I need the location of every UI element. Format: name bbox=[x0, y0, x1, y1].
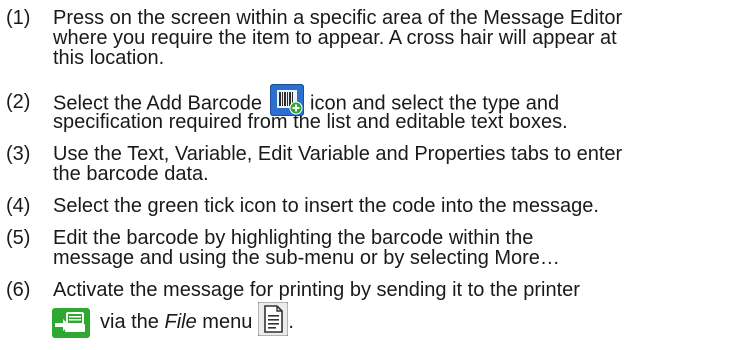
add-barcode-icon bbox=[270, 84, 305, 116]
step-number: (4) bbox=[6, 195, 31, 217]
step-line: via the File menu . bbox=[52, 302, 294, 338]
step-number: (2) bbox=[6, 91, 31, 113]
step-text: Press on the screen within a specific ar… bbox=[53, 8, 735, 68]
step-line: this location. bbox=[53, 47, 165, 69]
step-line: Select the Add Barcode icon and select t bbox=[53, 84, 735, 116]
step-text-segment: via the bbox=[100, 311, 159, 333]
step-text-segment: . bbox=[288, 311, 294, 333]
step-line: Select the green tick icon to insert the… bbox=[53, 195, 599, 217]
step-number: (1) bbox=[6, 7, 31, 29]
file-menu-name: File bbox=[164, 311, 197, 333]
send-to-printer-icon bbox=[52, 307, 90, 338]
file-menu-icon bbox=[258, 302, 289, 336]
step-line: Edit the barcode by highlighting the bar… bbox=[53, 227, 534, 249]
step-line: the barcode data. bbox=[53, 163, 209, 185]
step-line: specification required from the list and… bbox=[53, 111, 568, 133]
step-text: Edit the barcode by highlighting the bar… bbox=[53, 228, 735, 268]
step-line: Press on the screen within a specific ar… bbox=[53, 7, 623, 29]
step-text: Use the Text, Variable, Edit Variable an… bbox=[53, 144, 735, 184]
step-line: Use the Text, Variable, Edit Variable an… bbox=[53, 143, 623, 165]
step-number: (5) bbox=[6, 227, 31, 249]
step-line: where you require the item to appear. A … bbox=[53, 27, 617, 49]
step-line: message and using the sub-menu or by sel… bbox=[53, 247, 560, 269]
step-text: Select the green tick icon to insert the… bbox=[53, 196, 735, 216]
step-text: Activate the message for printing by sen… bbox=[53, 280, 735, 300]
instruction-list: (1) Press on the screen within a specifi… bbox=[0, 0, 741, 350]
step-text: Select the Add Barcode icon and select t bbox=[53, 84, 735, 133]
step-number: (6) bbox=[6, 279, 31, 301]
step-line: Activate the message for printing by sen… bbox=[53, 279, 580, 301]
step-text-segment: menu bbox=[202, 311, 253, 333]
step-number: (3) bbox=[6, 143, 31, 165]
